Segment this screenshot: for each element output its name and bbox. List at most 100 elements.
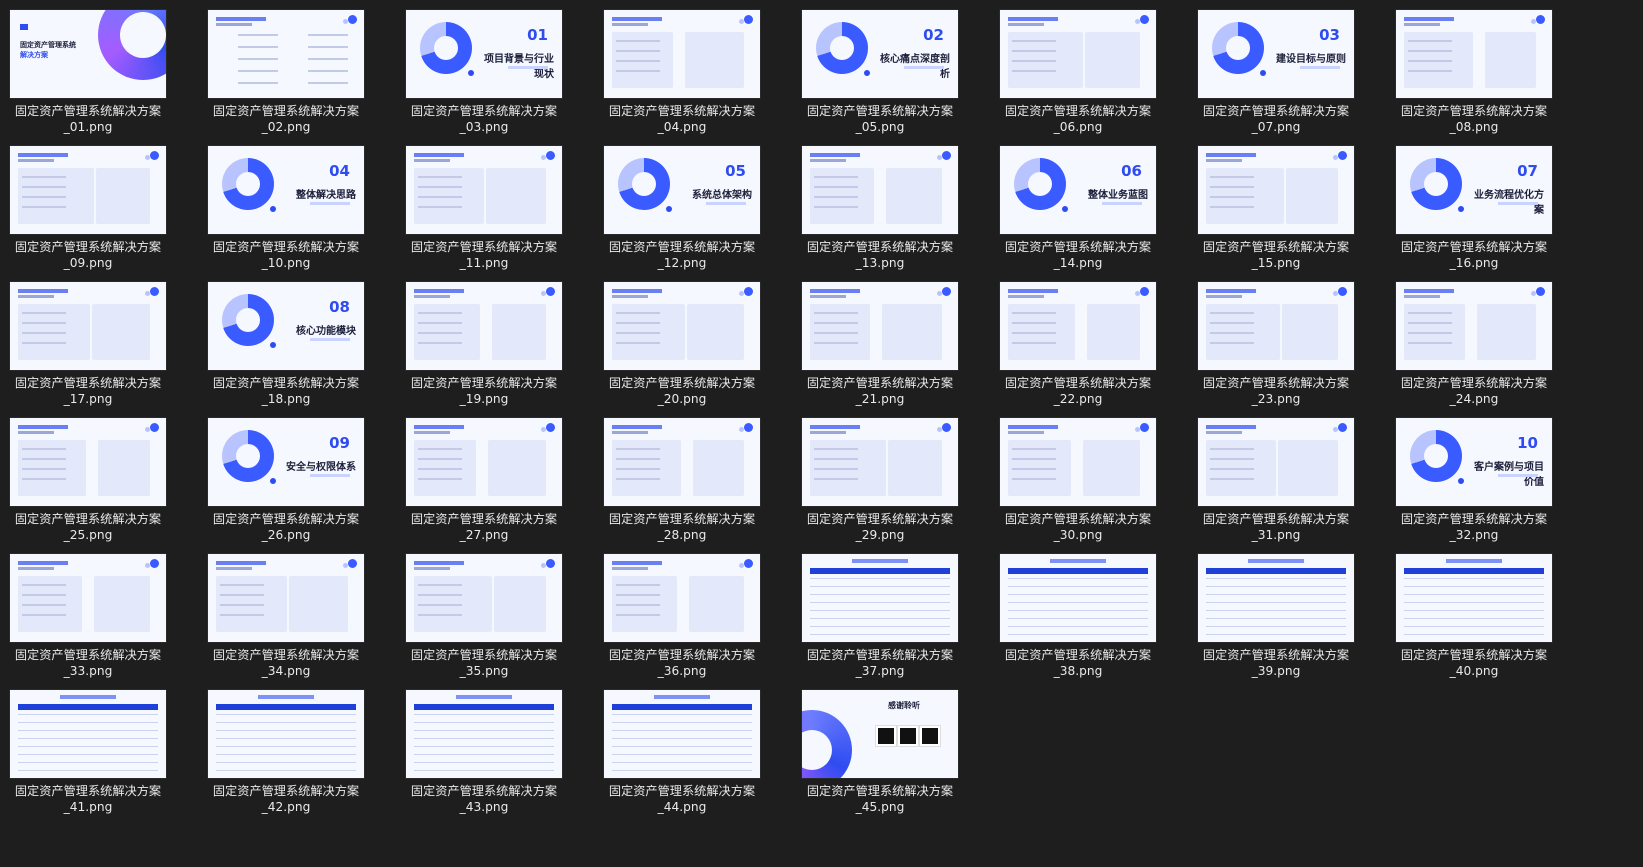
file-tile[interactable]: 固定资产管理系统解决方案 _06.png	[1000, 10, 1156, 146]
thumbnail-image[interactable]	[604, 418, 760, 506]
file-tile[interactable]: 04 整体解决思路 固定资产管理系统解决方案 _10.png	[208, 146, 364, 282]
file-tile[interactable]: 固定资产管理系统解决方案 _23.png	[1198, 282, 1354, 418]
file-tile[interactable]: 固定资产管理系统解决方案 _22.png	[1000, 282, 1156, 418]
thumbnail-image[interactable]: 02 核心痛点深度剖析	[802, 10, 958, 98]
file-tile[interactable]: 固定资产管理系统解决方案 _17.png	[10, 282, 166, 418]
thumbnail-image[interactable]	[10, 554, 166, 642]
file-tile[interactable]: 10 客户案例与项目价值 固定资产管理系统解决方案 _32.png	[1396, 418, 1552, 554]
thumbnail-image[interactable]	[802, 554, 958, 642]
thumbnail-image[interactable]	[802, 282, 958, 370]
file-name-label[interactable]: 固定资产管理系统解决方案 _23.png	[1186, 375, 1366, 407]
file-tile[interactable]: 固定资产管理系统解决方案 _29.png	[802, 418, 958, 554]
thumbnail-image[interactable]	[208, 554, 364, 642]
file-tile[interactable]: 固定资产管理系统解决方案 _39.png	[1198, 554, 1354, 690]
file-name-label[interactable]: 固定资产管理系统解决方案 _44.png	[592, 783, 772, 815]
file-tile[interactable]: 固定资产管理系统解决方案 _34.png	[208, 554, 364, 690]
thumbnail-image[interactable]: 05 系统总体架构	[604, 146, 760, 234]
file-name-label[interactable]: 固定资产管理系统解决方案 _17.png	[0, 375, 178, 407]
thumbnail-image[interactable]	[406, 146, 562, 234]
file-name-label[interactable]: 固定资产管理系统解决方案 _09.png	[0, 239, 178, 271]
thumbnail-image[interactable]: 固定资产管理系统 解决方案	[10, 10, 166, 98]
file-tile[interactable]: 固定资产管理系统解决方案 _09.png	[10, 146, 166, 282]
file-name-label[interactable]: 固定资产管理系统解决方案 _32.png	[1384, 511, 1564, 543]
file-name-label[interactable]: 固定资产管理系统解决方案 _25.png	[0, 511, 178, 543]
file-name-label[interactable]: 固定资产管理系统解决方案 _12.png	[592, 239, 772, 271]
file-tile[interactable]: 固定资产管理系统解决方案 _02.png	[208, 10, 364, 146]
thumbnail-image[interactable]	[208, 10, 364, 98]
file-tile[interactable]: 固定资产管理系统解决方案 _42.png	[208, 690, 364, 826]
file-name-label[interactable]: 固定资产管理系统解决方案 _30.png	[988, 511, 1168, 543]
thumbnail-image[interactable]	[1198, 282, 1354, 370]
file-tile[interactable]: 固定资产管理系统解决方案 _33.png	[10, 554, 166, 690]
thumbnail-image[interactable]	[604, 554, 760, 642]
file-name-label[interactable]: 固定资产管理系统解决方案 _27.png	[394, 511, 574, 543]
file-name-label[interactable]: 固定资产管理系统解决方案 _15.png	[1186, 239, 1366, 271]
thumbnail-image[interactable]	[10, 146, 166, 234]
file-tile[interactable]: 固定资产管理系统解决方案 _31.png	[1198, 418, 1354, 554]
thumbnail-image[interactable]	[604, 10, 760, 98]
file-tile[interactable]: 固定资产管理系统解决方案 _21.png	[802, 282, 958, 418]
file-name-label[interactable]: 固定资产管理系统解决方案 _31.png	[1186, 511, 1366, 543]
thumbnail-image[interactable]: 08 核心功能模块	[208, 282, 364, 370]
thumbnail-image[interactable]: 感谢聆听	[802, 690, 958, 778]
file-name-label[interactable]: 固定资产管理系统解决方案 _40.png	[1384, 647, 1564, 679]
file-name-label[interactable]: 固定资产管理系统解决方案 _29.png	[790, 511, 970, 543]
thumbnail-image[interactable]	[406, 418, 562, 506]
file-name-label[interactable]: 固定资产管理系统解决方案 _28.png	[592, 511, 772, 543]
file-name-label[interactable]: 固定资产管理系统解决方案 _41.png	[0, 783, 178, 815]
file-tile[interactable]: 固定资产管理系统解决方案 _27.png	[406, 418, 562, 554]
thumbnail-image[interactable]: 04 整体解决思路	[208, 146, 364, 234]
file-name-label[interactable]: 固定资产管理系统解决方案 _18.png	[196, 375, 376, 407]
file-name-label[interactable]: 固定资产管理系统解决方案 _35.png	[394, 647, 574, 679]
thumbnail-image[interactable]	[1000, 554, 1156, 642]
file-name-label[interactable]: 固定资产管理系统解决方案 _10.png	[196, 239, 376, 271]
file-tile[interactable]: 固定资产管理系统解决方案 _38.png	[1000, 554, 1156, 690]
file-name-label[interactable]: 固定资产管理系统解决方案 _04.png	[592, 103, 772, 135]
file-name-label[interactable]: 固定资产管理系统解决方案 _36.png	[592, 647, 772, 679]
thumbnail-image[interactable]	[1198, 418, 1354, 506]
file-tile[interactable]: 固定资产管理系统解决方案 _44.png	[604, 690, 760, 826]
thumbnail-image[interactable]	[802, 418, 958, 506]
file-tile[interactable]: 固定资产管理系统解决方案 _41.png	[10, 690, 166, 826]
file-name-label[interactable]: 固定资产管理系统解决方案 _05.png	[790, 103, 970, 135]
thumbnail-image[interactable]	[406, 554, 562, 642]
file-name-label[interactable]: 固定资产管理系统解决方案 _14.png	[988, 239, 1168, 271]
file-name-label[interactable]: 固定资产管理系统解决方案 _01.png	[0, 103, 178, 135]
thumbnail-image[interactable]: 06 整体业务蓝图	[1000, 146, 1156, 234]
thumbnail-image[interactable]: 03 建设目标与原则	[1198, 10, 1354, 98]
file-tile[interactable]: 01 项目背景与行业现状 固定资产管理系统解决方案 _03.png	[406, 10, 562, 146]
thumbnail-image[interactable]: 10 客户案例与项目价值	[1396, 418, 1552, 506]
thumbnail-image[interactable]	[406, 690, 562, 778]
file-tile[interactable]: 07 业务流程优化方案 固定资产管理系统解决方案 _16.png	[1396, 146, 1552, 282]
file-tile[interactable]: 05 系统总体架构 固定资产管理系统解决方案 _12.png	[604, 146, 760, 282]
file-tile[interactable]: 感谢聆听 固定资产管理系统解决方案 _45.png	[802, 690, 958, 826]
thumbnail-image[interactable]	[1198, 146, 1354, 234]
file-name-label[interactable]: 固定资产管理系统解决方案 _21.png	[790, 375, 970, 407]
thumbnail-image[interactable]	[604, 282, 760, 370]
thumbnail-image[interactable]	[604, 690, 760, 778]
file-name-label[interactable]: 固定资产管理系统解决方案 _08.png	[1384, 103, 1564, 135]
file-name-label[interactable]: 固定资产管理系统解决方案 _07.png	[1186, 103, 1366, 135]
thumbnail-image[interactable]	[10, 282, 166, 370]
file-tile[interactable]: 固定资产管理系统 解决方案 固定资产管理系统解决方案 _01.png	[10, 10, 166, 146]
file-name-label[interactable]: 固定资产管理系统解决方案 _03.png	[394, 103, 574, 135]
thumbnail-image[interactable]	[802, 146, 958, 234]
file-tile[interactable]: 固定资产管理系统解决方案 _04.png	[604, 10, 760, 146]
file-name-label[interactable]: 固定资产管理系统解决方案 _20.png	[592, 375, 772, 407]
file-name-label[interactable]: 固定资产管理系统解决方案 _24.png	[1384, 375, 1564, 407]
file-tile[interactable]: 固定资产管理系统解决方案 _28.png	[604, 418, 760, 554]
file-name-label[interactable]: 固定资产管理系统解决方案 _34.png	[196, 647, 376, 679]
file-name-label[interactable]: 固定资产管理系统解决方案 _16.png	[1384, 239, 1564, 271]
thumbnail-image[interactable]	[1396, 282, 1552, 370]
file-name-label[interactable]: 固定资产管理系统解决方案 _37.png	[790, 647, 970, 679]
file-tile[interactable]: 03 建设目标与原则 固定资产管理系统解决方案 _07.png	[1198, 10, 1354, 146]
file-tile[interactable]: 固定资产管理系统解决方案 _36.png	[604, 554, 760, 690]
file-tile[interactable]: 08 核心功能模块 固定资产管理系统解决方案 _18.png	[208, 282, 364, 418]
file-tile[interactable]: 固定资产管理系统解决方案 _25.png	[10, 418, 166, 554]
thumbnail-image[interactable]	[1000, 282, 1156, 370]
file-tile[interactable]: 固定资产管理系统解决方案 _08.png	[1396, 10, 1552, 146]
thumbnail-image[interactable]: 01 项目背景与行业现状	[406, 10, 562, 98]
file-name-label[interactable]: 固定资产管理系统解决方案 _06.png	[988, 103, 1168, 135]
thumbnail-image[interactable]	[406, 282, 562, 370]
file-tile[interactable]: 固定资产管理系统解决方案 _43.png	[406, 690, 562, 826]
